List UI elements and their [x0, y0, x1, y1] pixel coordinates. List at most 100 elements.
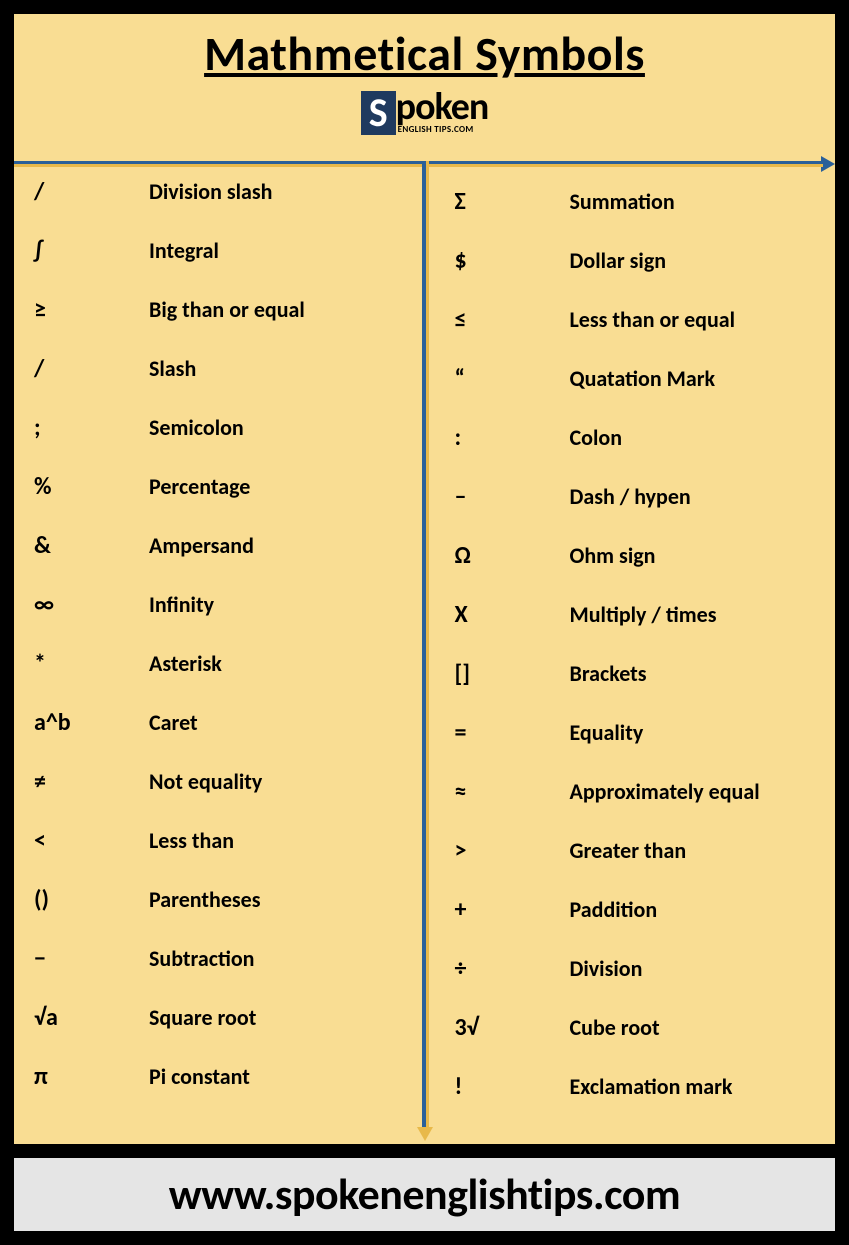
symbol-glyph: >	[455, 836, 570, 865]
symbol-name: Greater than	[570, 837, 687, 864]
symbol-glyph: $	[455, 246, 570, 275]
symbol-row: ∫Integral	[34, 221, 405, 280]
symbol-row: XMultiply / times	[455, 585, 816, 644]
symbol-row: &Ampersand	[34, 516, 405, 575]
symbol-name: Dollar sign	[570, 247, 667, 274]
symbol-glyph: ;	[34, 413, 149, 442]
symbol-row: !Exclamation mark	[455, 1057, 816, 1116]
symbol-name: Brackets	[570, 660, 647, 687]
symbol-name: Approximately equal	[570, 778, 760, 805]
symbol-name: Integral	[149, 237, 219, 264]
symbol-row: +Paddition	[455, 880, 816, 939]
symbol-row: ;Semicolon	[34, 398, 405, 457]
symbol-name: Quatation Mark	[570, 365, 716, 392]
symbol-glyph: ≠	[34, 767, 149, 796]
symbol-row: <Less than	[34, 811, 405, 870]
symbol-glyph: *	[34, 649, 149, 678]
symbol-glyph: ≥	[34, 295, 149, 324]
symbol-row: ΣSummation	[455, 172, 816, 231]
symbol-name: Cube root	[570, 1014, 660, 1041]
symbol-row: []Brackets	[455, 644, 816, 703]
symbol-name: Summation	[570, 188, 675, 215]
left-column: /Division slash ∫Integral ≥Big than or e…	[14, 162, 425, 1116]
symbol-glyph: /	[34, 354, 149, 383]
symbol-name: Colon	[570, 424, 623, 451]
symbol-glyph: √a	[34, 1003, 149, 1032]
symbol-glyph: =	[455, 718, 570, 747]
symbol-glyph: −	[34, 944, 149, 973]
symbol-glyph: !	[455, 1072, 570, 1101]
symbol-row: a^bCaret	[34, 693, 405, 752]
symbol-glyph: ∞	[34, 590, 149, 619]
symbol-row: ≠Not equality	[34, 752, 405, 811]
symbol-row: −Subtraction	[34, 929, 405, 988]
symbol-name: Subtraction	[149, 945, 254, 972]
symbol-name: Less than	[149, 827, 234, 854]
symbol-name: Semicolon	[149, 414, 244, 441]
symbol-name: Ampersand	[149, 532, 254, 559]
symbol-row: –Dash / hypen	[455, 467, 816, 526]
symbol-name: Division slash	[149, 178, 273, 205]
symbol-row: %Percentage	[34, 457, 405, 516]
arrow-down-icon	[417, 1127, 433, 1141]
symbol-name: Exclamation mark	[570, 1073, 733, 1100]
symbol-glyph: ≈	[455, 777, 570, 806]
symbol-glyph: ≤	[455, 305, 570, 334]
logo-text: poken	[396, 91, 489, 123]
symbol-name: Big than or equal	[149, 296, 305, 323]
brand-logo: S poken ENGLISH TIPS.COM	[14, 91, 835, 135]
page-title: Mathmetical Symbols	[14, 14, 835, 83]
symbol-glyph: &	[34, 531, 149, 560]
symbol-glyph: ∫	[34, 236, 149, 265]
symbol-row: πPi constant	[34, 1047, 405, 1106]
symbol-name: Slash	[149, 355, 196, 382]
symbol-row: “Quatation Mark	[455, 349, 816, 408]
symbol-name: Caret	[149, 709, 198, 736]
right-column: ΣSummation $Dollar sign ≤Less than or eq…	[425, 162, 836, 1116]
symbol-glyph: ÷	[455, 954, 570, 983]
symbol-row: ≥Big than or equal	[34, 280, 405, 339]
symbol-row: /Division slash	[34, 162, 405, 221]
symbol-row: √aSquare root	[34, 988, 405, 1047]
symbol-glyph: +	[455, 895, 570, 924]
symbol-name: Paddition	[570, 896, 658, 923]
symbol-row: 3√Cube root	[455, 998, 816, 1057]
symbol-glyph: []	[455, 659, 570, 688]
symbol-name: Not equality	[149, 768, 262, 795]
footer-url: www.spokenenglishtips.com	[14, 1158, 835, 1231]
symbol-row: /Slash	[34, 339, 405, 398]
symbol-glyph: Ω	[455, 541, 570, 570]
symbol-name: Multiply / times	[570, 601, 717, 628]
symbol-glyph: a^b	[34, 708, 149, 737]
vertical-divider-arrow	[422, 161, 429, 1141]
symbol-name: Asterisk	[149, 650, 222, 677]
symbol-row: *Asterisk	[34, 634, 405, 693]
symbol-row: =Equality	[455, 703, 816, 762]
symbol-name: Dash / hypen	[570, 483, 691, 510]
symbol-glyph: Σ	[455, 187, 570, 216]
symbol-name: Division	[570, 955, 643, 982]
symbol-row: ΩOhm sign	[455, 526, 816, 585]
symbol-row: >Greater than	[455, 821, 816, 880]
main-card: Mathmetical Symbols S poken ENGLISH TIPS…	[14, 14, 835, 1144]
symbol-row: ()Parentheses	[34, 870, 405, 929]
symbol-glyph: ()	[34, 885, 149, 914]
symbol-glyph: 3√	[455, 1013, 570, 1042]
symbol-name: Pi constant	[149, 1063, 250, 1090]
symbol-glyph: <	[34, 826, 149, 855]
symbol-row: ÷Division	[455, 939, 816, 998]
symbol-glyph: :	[455, 423, 570, 452]
symbol-name: Infinity	[149, 591, 214, 618]
symbol-glyph: –	[455, 482, 570, 511]
arrow-right-icon	[821, 156, 835, 172]
symbol-name: Square root	[149, 1004, 256, 1031]
symbol-row: ≈Approximately equal	[455, 762, 816, 821]
symbol-name: Equality	[570, 719, 644, 746]
logo-initial: S	[361, 91, 396, 135]
symbol-row: :Colon	[455, 408, 816, 467]
symbol-name: Less than or equal	[570, 306, 736, 333]
symbol-row: ∞Infinity	[34, 575, 405, 634]
symbol-glyph: X	[455, 600, 570, 629]
symbol-name: Ohm sign	[570, 542, 656, 569]
symbol-glyph: /	[34, 177, 149, 206]
